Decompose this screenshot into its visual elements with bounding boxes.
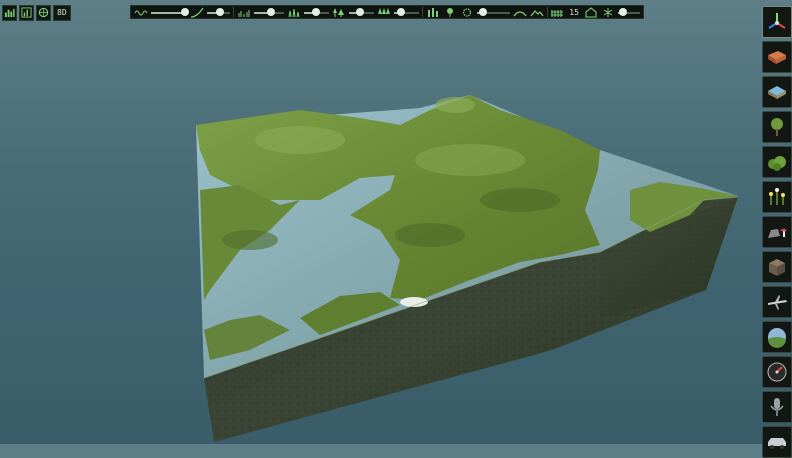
tree-cluster-icon[interactable]	[332, 7, 346, 18]
hill-icon[interactable]	[513, 7, 527, 18]
fence-icon[interactable]	[550, 7, 564, 18]
snowflake-icon[interactable]	[601, 7, 615, 18]
tree-single-icon[interactable]	[443, 7, 457, 18]
gear-icon[interactable]	[460, 7, 474, 18]
mountain-icon[interactable]	[530, 7, 544, 18]
house-icon[interactable]	[584, 6, 598, 18]
chart-bars-icon	[21, 7, 32, 18]
tree-row-icon[interactable]	[377, 7, 391, 18]
top-left-toolbar: 8D	[2, 4, 71, 21]
axis-gizmo-icon	[768, 13, 786, 29]
brush-noise-slider[interactable]	[151, 7, 190, 18]
terrain-brick-button[interactable]	[762, 41, 792, 73]
terrain-grid-icon	[4, 8, 15, 18]
water-tile-button[interactable]	[762, 76, 792, 108]
airplane-icon	[768, 295, 787, 310]
grass-small-icon[interactable]	[237, 7, 251, 18]
bush-icon	[768, 156, 786, 171]
snow-slider[interactable]	[617, 7, 640, 18]
brush-noise-icon[interactable]	[134, 7, 148, 18]
tree-row-slider[interactable]	[394, 7, 419, 18]
foliage-dots-icon[interactable]	[426, 7, 440, 18]
tree-cluster-slider[interactable]	[349, 7, 374, 18]
microphone-icon	[770, 398, 784, 416]
count-value: 15	[569, 7, 579, 17]
foliage-slider[interactable]	[476, 7, 510, 18]
microphone-button[interactable]	[762, 391, 792, 423]
globe-icon	[38, 7, 49, 18]
toolbar-divider	[233, 7, 234, 17]
terrain-scene	[196, 95, 739, 442]
rock-mushroom-button[interactable]	[762, 216, 792, 248]
crate-icon	[769, 259, 785, 276]
car-button[interactable]	[762, 426, 792, 458]
brush-curve-icon[interactable]	[190, 7, 204, 18]
tree-icon	[771, 118, 783, 136]
brush-toolbar: 15	[130, 5, 644, 19]
toolbar-divider	[546, 7, 548, 17]
grass-small-slider[interactable]	[254, 7, 285, 18]
top-left-value: 8D	[53, 4, 71, 21]
tool-palette	[762, 6, 792, 458]
chart-bars-button[interactable]	[19, 4, 34, 21]
grass-medium-slider[interactable]	[304, 7, 330, 18]
terrain-grid-button[interactable]	[2, 4, 17, 21]
toolbar-divider	[421, 7, 423, 17]
airplane-button[interactable]	[762, 286, 792, 318]
globe-button[interactable]	[36, 4, 51, 21]
flowers-icon	[769, 188, 785, 205]
gauge-icon	[767, 362, 787, 382]
car-icon	[768, 438, 786, 449]
flowers-button[interactable]	[762, 181, 792, 213]
water-tile-icon	[768, 86, 786, 99]
terrain-brick-icon	[768, 51, 786, 64]
scene-viewport[interactable]	[0, 0, 792, 444]
grass-medium-icon[interactable]	[287, 7, 301, 18]
axis-gizmo-button[interactable]	[762, 6, 792, 38]
rock-mushroom-icon	[768, 228, 787, 238]
sky-sphere-icon	[768, 328, 786, 348]
crate-button[interactable]	[762, 251, 792, 283]
gauge-button[interactable]	[762, 356, 792, 388]
sky-sphere-button[interactable]	[762, 321, 792, 353]
tree-button[interactable]	[762, 111, 792, 143]
brush-curve-slider[interactable]	[206, 7, 231, 18]
bush-button[interactable]	[762, 146, 792, 178]
